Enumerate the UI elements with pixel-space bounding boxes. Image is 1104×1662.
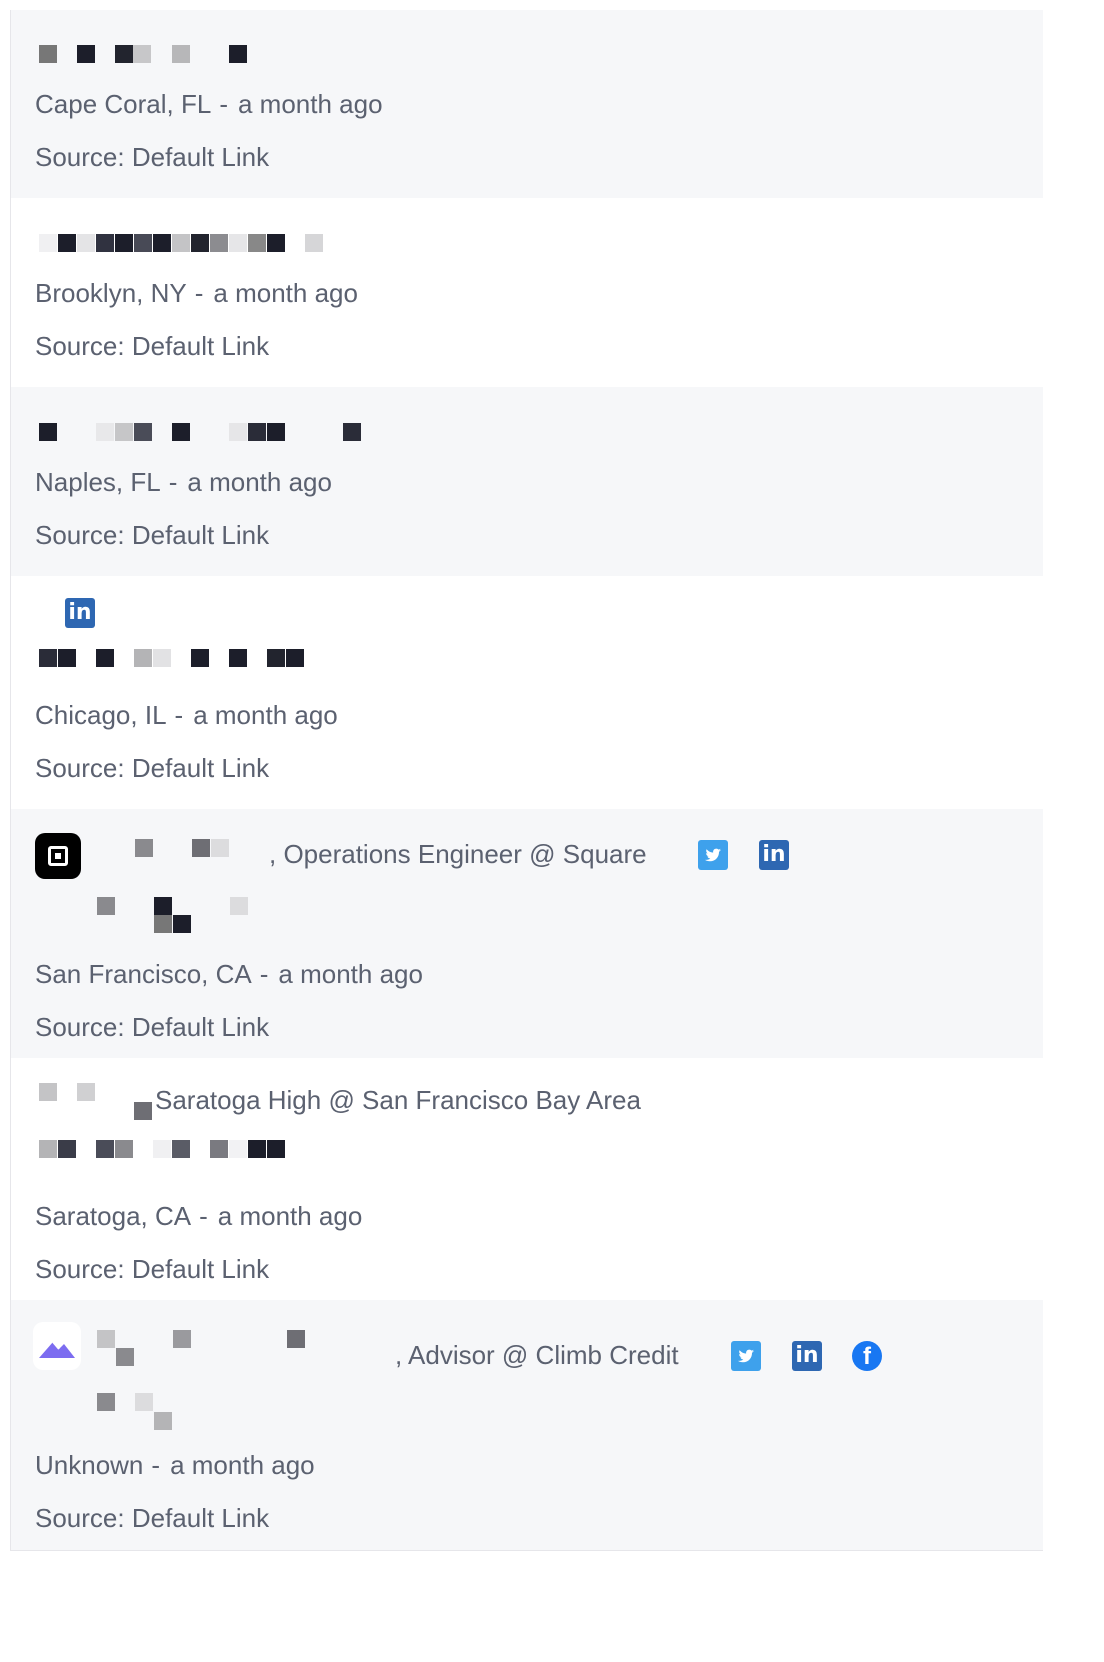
row-meta: Naples, FL - a month ago — [35, 467, 332, 497]
source-label: Source: Default Link — [35, 331, 270, 361]
source-label: Source: Default Link — [35, 1012, 270, 1042]
list-item[interactable]: Saratoga High @ San Francisco Bay Area S… — [11, 1058, 1043, 1300]
source-label: Source: Default Link — [35, 753, 270, 783]
timestamp: a month ago — [170, 1450, 315, 1480]
linkedin-icon[interactable]: in — [759, 840, 789, 870]
list-item[interactable]: in Chicago, IL - a month ago Source: Defau… — [11, 576, 1043, 809]
timestamp: a month ago — [237, 89, 383, 119]
timestamp: a month ago — [193, 700, 338, 730]
linkedin-icon[interactable]: in — [65, 598, 95, 628]
climb-credit-logo-icon — [33, 1322, 81, 1370]
location: Naples, FL — [35, 467, 161, 497]
row-meta: Brooklyn, NY - a month ago — [35, 278, 358, 308]
headline: , Operations Engineer @ Square — [269, 839, 647, 869]
list-item[interactable]: , Advisor @ Climb Credit in f Unknown - a … — [11, 1300, 1043, 1550]
timestamp: a month ago — [278, 959, 423, 989]
source-label: Source: Default Link — [35, 520, 270, 550]
twitter-icon[interactable] — [698, 840, 728, 870]
row-meta: San Francisco, CA - a month ago — [35, 959, 423, 989]
list-item[interactable]: Cape Coral, FL - a month ago Source: Defau… — [11, 10, 1043, 198]
facebook-icon[interactable]: f — [852, 1341, 882, 1371]
location: Brooklyn, NY — [35, 278, 187, 308]
source-label: Source: Default Link — [35, 1254, 270, 1284]
list-item[interactable]: Brooklyn, NY - a month ago Source: Default… — [11, 198, 1043, 387]
location: Unknown — [35, 1450, 144, 1480]
timestamp: a month ago — [187, 467, 332, 497]
activity-list: Cape Coral, FL - a month ago Source: Defau… — [10, 10, 1043, 1551]
row-meta: Chicago, IL - a month ago — [35, 700, 338, 730]
linkedin-icon[interactable]: in — [792, 1341, 822, 1371]
row-meta: Cape Coral, FL - a month ago — [35, 89, 383, 119]
location: Cape Coral, FL — [35, 89, 212, 119]
list-item[interactable]: Naples, FL - a month ago Source: Default L… — [11, 387, 1043, 576]
location: Chicago, IL — [35, 700, 167, 730]
list-item[interactable]: , Operations Engineer @ Square in San Fr… — [11, 809, 1043, 1058]
timestamp: a month ago — [213, 278, 358, 308]
square-logo-icon — [35, 833, 81, 879]
twitter-icon[interactable] — [731, 1341, 761, 1371]
headline: Saratoga High @ San Francisco Bay Area — [155, 1085, 641, 1115]
source-label: Source: Default Link — [35, 1503, 270, 1533]
location: San Francisco, CA — [35, 959, 252, 989]
timestamp: a month ago — [217, 1201, 363, 1231]
source-label: Source: Default Link — [35, 142, 270, 172]
row-meta: Unknown - a month ago — [35, 1450, 315, 1480]
row-meta: Saratoga, CA - a month ago — [35, 1201, 363, 1231]
location: Saratoga, CA — [35, 1201, 192, 1231]
headline: , Advisor @ Climb Credit — [395, 1340, 679, 1370]
